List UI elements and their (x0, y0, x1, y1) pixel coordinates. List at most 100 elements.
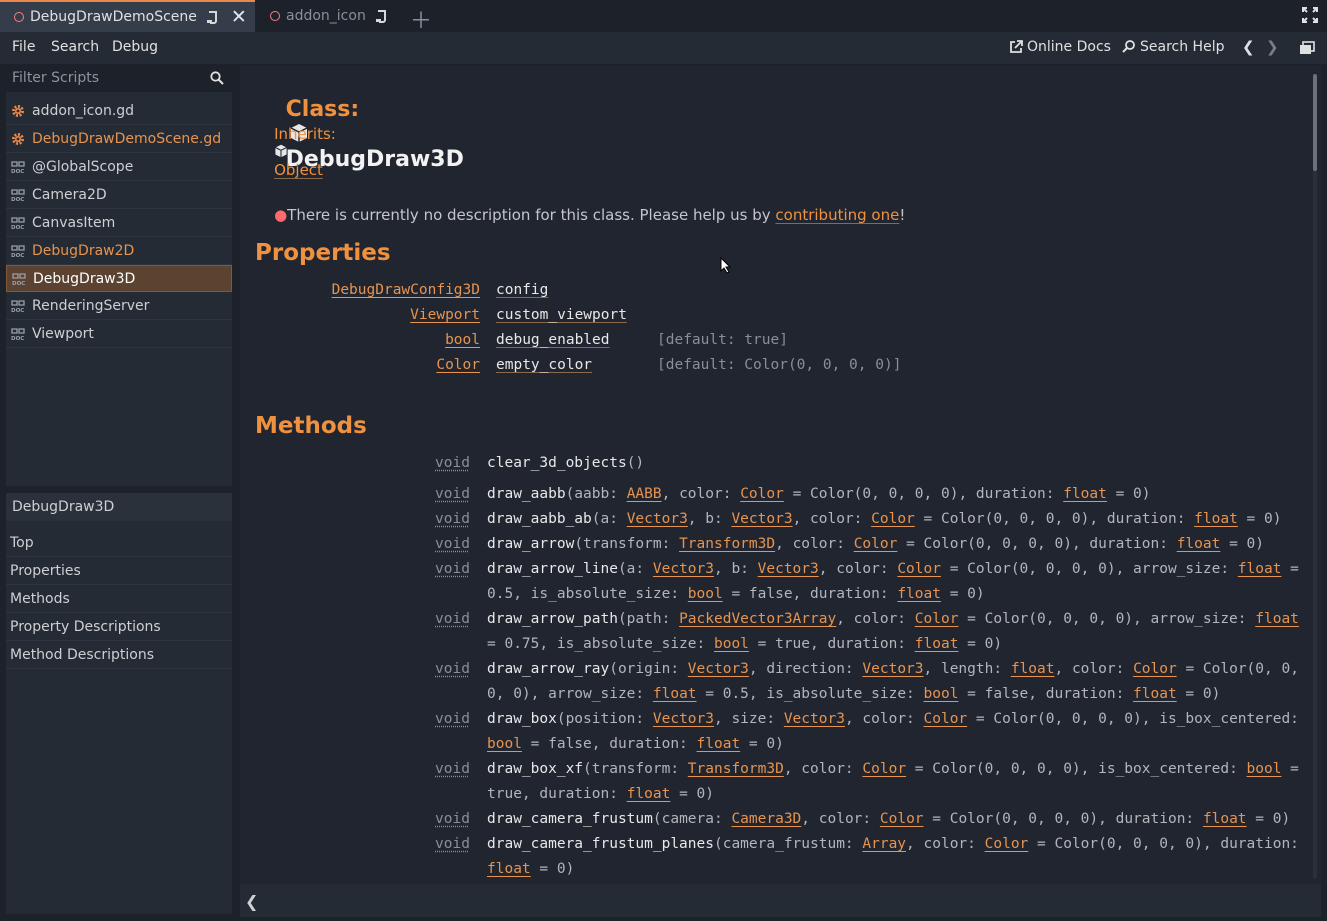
script-item[interactable]: DOC Camera2D (6, 181, 232, 209)
script-item[interactable]: DOC Viewport (6, 320, 232, 348)
type-link[interactable]: Array (862, 836, 906, 852)
script-item[interactable]: DOC DebugDraw2D (6, 237, 232, 265)
type-link[interactable]: float (915, 636, 959, 652)
type-link[interactable]: Vector3 (627, 511, 688, 527)
property-type[interactable]: DebugDrawConfig3D (332, 282, 480, 298)
type-link[interactable]: Transform3D (679, 536, 775, 552)
type-link[interactable]: float (1203, 811, 1247, 827)
method-return-type[interactable]: void (435, 761, 470, 777)
menu-debug[interactable]: Debug (112, 39, 158, 55)
property-type[interactable]: bool (445, 332, 480, 348)
online-docs-button[interactable]: Online Docs (1009, 39, 1111, 55)
type-link[interactable]: float (1238, 561, 1282, 577)
property-name[interactable]: debug_enabled (496, 332, 610, 348)
collapse-panel-icon[interactable]: ❮ (245, 892, 258, 911)
tab-addon-icon[interactable]: addon_icon (256, 0, 401, 32)
type-link[interactable]: Vector3 (784, 711, 845, 727)
type-link[interactable]: float (487, 861, 531, 877)
method-return-type[interactable]: void (435, 611, 470, 627)
method-return-type[interactable]: void (435, 561, 470, 577)
property-type[interactable]: Color (436, 357, 480, 373)
method-return-type[interactable]: void (435, 455, 470, 471)
type-link[interactable]: AABB (627, 486, 662, 502)
method-signature-line: float = 0) (487, 861, 574, 877)
type-link[interactable]: Color (871, 511, 915, 527)
type-link[interactable]: Vector3 (653, 561, 714, 577)
script-list: addon_icon.gd DebugDrawDemoScene.gd DOC @Gl… (6, 97, 232, 348)
menu-search[interactable]: Search (51, 39, 99, 55)
type-link[interactable]: float (1063, 486, 1107, 502)
type-link[interactable]: Vector3 (653, 711, 714, 727)
type-link[interactable]: Color (985, 836, 1029, 852)
method-return-type[interactable]: void (435, 511, 470, 527)
type-link[interactable]: bool (924, 686, 959, 702)
method-return-type[interactable]: void (435, 836, 470, 852)
filter-scripts-input[interactable] (12, 70, 202, 86)
back-icon[interactable]: ❮ (1242, 38, 1255, 56)
type-link[interactable]: Color (740, 486, 784, 502)
filter-scripts[interactable] (6, 66, 232, 92)
outline-item[interactable]: Property Descriptions (6, 613, 232, 641)
method-signature-line: clear_3d_objects() (487, 455, 644, 471)
doc-icon: DOC (11, 327, 25, 341)
property-name[interactable]: empty_color (496, 357, 592, 373)
scrollbar-track[interactable] (1313, 74, 1317, 879)
inherits-link[interactable]: Object (274, 161, 323, 179)
type-link[interactable]: Camera3D (731, 811, 801, 827)
search-help-button[interactable]: Search Help (1122, 39, 1224, 55)
fullscreen-icon[interactable] (1302, 7, 1318, 23)
outline-item[interactable]: Method Descriptions (6, 641, 232, 669)
type-link[interactable]: Color (854, 536, 898, 552)
property-type[interactable]: Viewport (410, 307, 480, 323)
add-tab-icon[interactable]: ＋ (410, 3, 432, 35)
close-tab-icon[interactable]: ✕ (231, 6, 247, 28)
scrollbar-thumb[interactable] (1313, 74, 1317, 171)
type-link[interactable]: Color (915, 611, 959, 627)
method-return-type[interactable]: void (435, 486, 470, 502)
property-name[interactable]: config (496, 282, 548, 298)
script-item[interactable]: DOC RenderingServer (6, 292, 232, 320)
type-link[interactable]: Vector3 (862, 661, 923, 677)
type-link[interactable]: Vector3 (758, 561, 819, 577)
method-return-type[interactable]: void (435, 711, 470, 727)
contributing-link[interactable]: contributing one (775, 206, 899, 224)
type-link[interactable]: bool (487, 736, 522, 752)
type-link[interactable]: bool (714, 636, 749, 652)
type-link[interactable]: Color (924, 711, 968, 727)
type-link[interactable]: bool (688, 586, 723, 602)
script-item[interactable]: DOC CanvasItem (6, 209, 232, 237)
type-link[interactable]: Color (1133, 661, 1177, 677)
type-link[interactable]: Transform3D (688, 761, 784, 777)
outline-item[interactable]: Top (6, 529, 232, 557)
window-icon[interactable] (1299, 41, 1315, 55)
tab-debugdrawdemoscene[interactable]: DebugDrawDemoScene ✕ (0, 0, 255, 32)
script-item[interactable]: DOC DebugDraw3D (6, 265, 232, 292)
type-link[interactable]: float (1133, 686, 1177, 702)
type-link[interactable]: bool (1247, 761, 1282, 777)
type-link[interactable]: float (697, 736, 741, 752)
script-item[interactable]: DebugDrawDemoScene.gd (6, 125, 232, 153)
forward-icon[interactable]: ❯ (1266, 38, 1279, 56)
method-return-type[interactable]: void (435, 661, 470, 677)
script-item[interactable]: addon_icon.gd (6, 97, 232, 125)
property-name[interactable]: custom_viewport (496, 307, 627, 323)
type-link[interactable]: PackedVector3Array (679, 611, 836, 627)
type-link[interactable]: Vector3 (688, 661, 749, 677)
type-link[interactable]: float (1194, 511, 1238, 527)
type-link[interactable]: float (653, 686, 697, 702)
script-item[interactable]: DOC @GlobalScope (6, 153, 232, 181)
type-link[interactable]: float (1011, 661, 1055, 677)
type-link[interactable]: float (897, 586, 941, 602)
type-link[interactable]: float (1177, 536, 1221, 552)
type-link[interactable]: float (627, 786, 671, 802)
type-link[interactable]: Vector3 (731, 511, 792, 527)
type-link[interactable]: Color (880, 811, 924, 827)
menu-file[interactable]: File (12, 39, 35, 55)
type-link[interactable]: Color (862, 761, 906, 777)
type-link[interactable]: float (1255, 611, 1299, 627)
method-return-type[interactable]: void (435, 811, 470, 827)
type-link[interactable]: Color (897, 561, 941, 577)
outline-item[interactable]: Methods (6, 585, 232, 613)
outline-item[interactable]: Properties (6, 557, 232, 585)
method-return-type[interactable]: void (435, 536, 470, 552)
